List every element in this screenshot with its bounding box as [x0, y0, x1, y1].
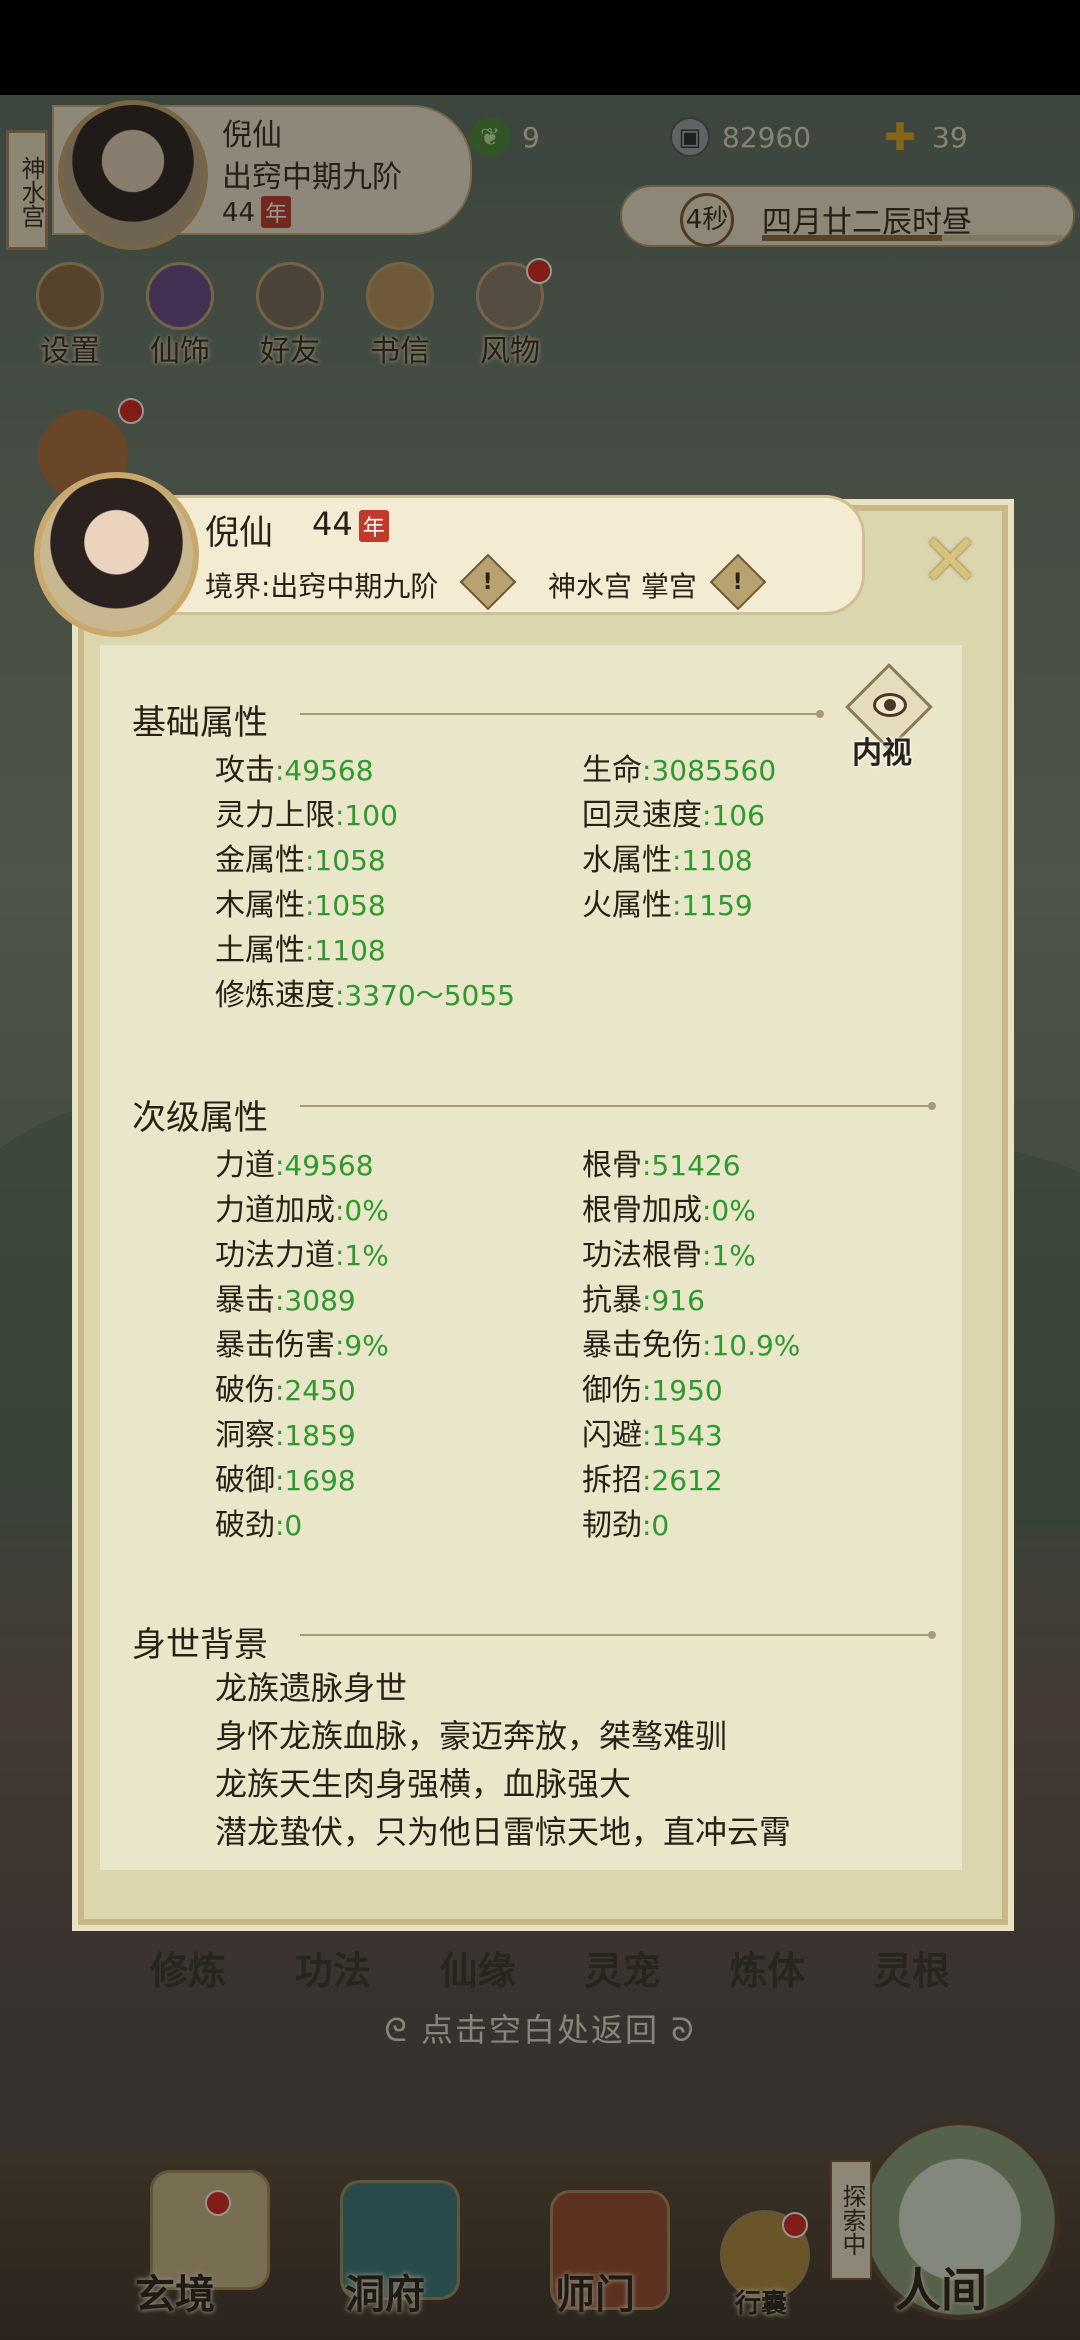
stat-row: 功法根骨:1%	[582, 1238, 756, 1273]
stat-row: 韧劲:0	[582, 1508, 670, 1543]
stat-row: 灵力上限:100	[215, 798, 398, 833]
secondary-attributes-title: 次级属性	[132, 1098, 268, 1138]
stat-row: 根骨加成:0%	[582, 1193, 756, 1228]
stat-row: 暴击免伤:10.9%	[582, 1328, 801, 1363]
section-divider	[300, 1102, 936, 1110]
character-avatar	[34, 472, 199, 637]
stat-row: 水属性:1108	[582, 843, 753, 878]
background-line: 龙族遗脉身世	[215, 1669, 408, 1707]
basic-attributes-title: 基础属性	[132, 703, 268, 743]
background-line: 潜龙蛰伏，只为他日雷惊天地，直冲云霄	[215, 1813, 792, 1851]
section-divider	[300, 1631, 936, 1639]
stat-row: 力道:49568	[215, 1148, 374, 1183]
stat-row: 生命:3085560	[582, 753, 777, 788]
stat-row: 破伤:2450	[215, 1373, 356, 1408]
stat-row: 拆招:2612	[582, 1463, 723, 1498]
stat-row: 破御:1698	[215, 1463, 356, 1498]
stat-row: 火属性:1159	[582, 888, 753, 923]
stat-row: 木属性:1058	[215, 888, 386, 923]
close-icon[interactable]: ✕	[910, 518, 990, 602]
character-sect-role: 神水宫 掌宫	[548, 570, 697, 603]
stat-row: 功法力道:1%	[215, 1238, 389, 1273]
character-name: 倪仙	[205, 513, 273, 553]
inner-view-button[interactable]: 内视	[840, 663, 940, 771]
stat-row: 修炼速度:3370～5055	[215, 978, 515, 1013]
stat-row: 回灵速度:106	[582, 798, 765, 833]
stat-row: 力道加成:0%	[215, 1193, 389, 1228]
stat-row: 暴击伤害:9%	[215, 1328, 389, 1363]
character-age: 44 年	[312, 505, 389, 543]
stat-row: 金属性:1058	[215, 843, 386, 878]
stat-row: 攻击:49568	[215, 753, 374, 788]
background-title: 身世背景	[132, 1625, 268, 1665]
character-realm: 境界:出窍中期九阶	[205, 570, 439, 603]
background-line: 龙族天生肉身强横，血脉强大	[215, 1765, 632, 1803]
eye-icon	[873, 693, 907, 717]
stat-row: 御伤:1950	[582, 1373, 723, 1408]
status-bar	[0, 0, 1080, 95]
stat-row: 暴击:3089	[215, 1283, 356, 1318]
stat-row: 土属性:1108	[215, 933, 386, 968]
section-divider	[300, 710, 824, 718]
stat-row: 根骨:51426	[582, 1148, 741, 1183]
stat-row: 闪避:1543	[582, 1418, 723, 1453]
stat-row: 抗暴:916	[582, 1283, 705, 1318]
background-line: 身怀龙族血脉，豪迈奔放，桀骜难驯	[215, 1717, 728, 1755]
stat-row: 破劲:0	[215, 1508, 303, 1543]
stat-row: 洞察:1859	[215, 1418, 356, 1453]
